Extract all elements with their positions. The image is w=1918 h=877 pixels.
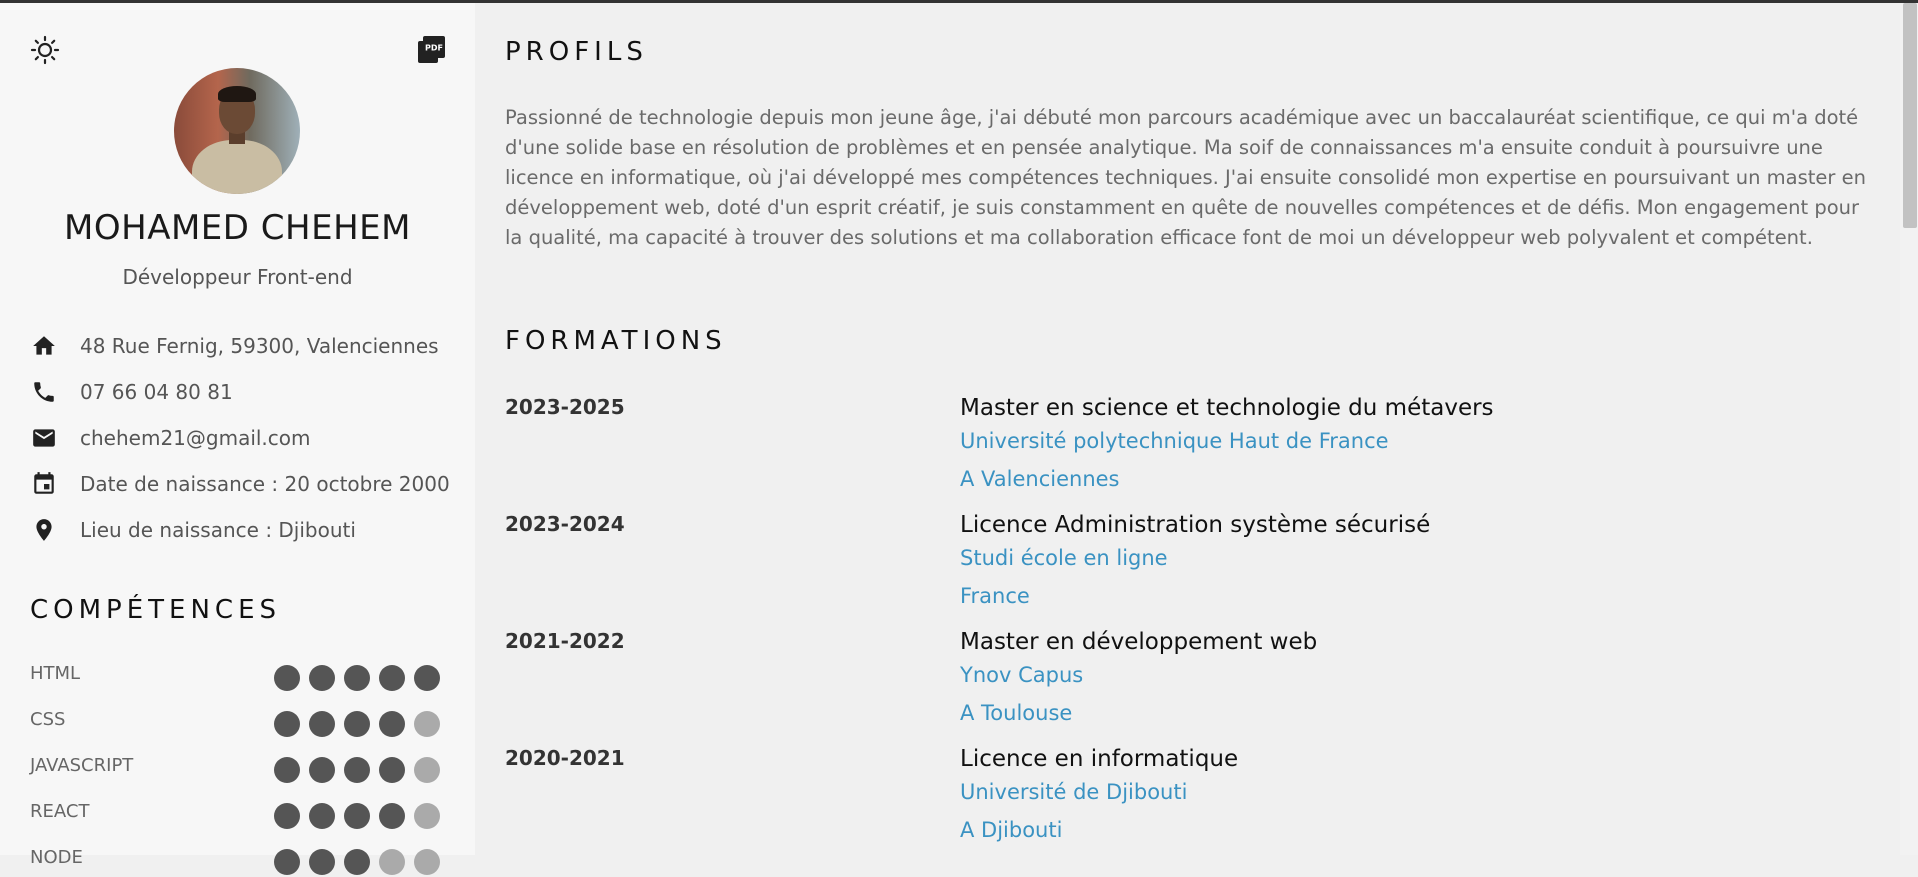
contact-phone: 07 66 04 80 81 [30,378,470,406]
skill-label: REACT [30,801,90,822]
formation-school-link[interactable]: Université de Djibouti [960,780,1187,804]
skill-dot-empty [414,849,440,875]
formation-years: 2021-2022 [505,629,625,653]
skill-dot-filled [379,803,405,829]
formation-school-link[interactable]: Studi école en ligne [960,546,1168,570]
skill-dot-filled [309,711,335,737]
contact-address: 48 Rue Fernig, 59300, Valenciennes [30,332,470,360]
skill-level-dots [274,849,440,875]
skill-dot-filled [309,849,335,875]
skill-dot-filled [274,665,300,691]
skill-dot-filled [344,711,370,737]
skill-row: JAVASCRIPT [30,755,440,785]
skill-dot-empty [379,849,405,875]
formation-degree: Licence Administration système sécurisé [960,512,1431,538]
skill-dot-filled [274,711,300,737]
scrollbar-thumb[interactable] [1903,3,1917,228]
skill-dot-filled [344,849,370,875]
mail-icon [30,424,58,452]
vertical-scrollbar[interactable] [1900,3,1918,855]
home-icon [30,332,58,360]
pdf-icon: PDF [418,36,445,63]
skill-label: NODE [30,847,83,868]
skill-label: HTML [30,663,81,684]
skill-level-dots [274,711,440,737]
formation-years: 2023-2024 [505,512,625,536]
formation-degree: Licence en informatique [960,746,1239,772]
skill-label: JAVASCRIPT [30,755,134,776]
location-pin-icon [30,516,58,544]
formation-years: 2020-2021 [505,746,625,770]
contact-birthplace: Lieu de naissance : Djibouti [30,516,470,544]
formation-degree: Master en science et technologie du méta… [960,395,1494,421]
skill-dot-filled [309,803,335,829]
formation-school-link[interactable]: Université polytechnique Haut de France [960,429,1389,453]
calendar-icon [30,470,58,498]
contact-phone-text: 07 66 04 80 81 [80,380,233,404]
skill-dot-empty [414,757,440,783]
skill-dot-filled [379,665,405,691]
formations-section-title: FORMATIONS [505,326,727,356]
skill-dot-filled [274,849,300,875]
contact-birthplace-text: Lieu de naissance : Djibouti [80,518,356,542]
skill-label: CSS [30,709,66,730]
contact-birthdate: Date de naissance : 20 octobre 2000 [30,470,470,498]
formation-school-link[interactable]: Ynov Capus [960,663,1083,687]
skill-row: CSS [30,709,440,739]
contact-email: chehem21@gmail.com [30,424,470,452]
formation-place: A Djibouti [960,818,1063,842]
sidebar: PDF MOHAMED CHEHEM Développeur Front-end… [0,3,475,875]
skill-dot-filled [309,757,335,783]
formation-place: A Valenciennes [960,467,1120,491]
svg-text:PDF: PDF [425,44,443,53]
skill-level-dots [274,803,440,829]
skill-dot-filled [344,665,370,691]
contact-birthdate-text: Date de naissance : 20 octobre 2000 [80,472,450,496]
contact-address-text: 48 Rue Fernig, 59300, Valenciennes [80,334,439,358]
skill-dot-filled [379,757,405,783]
skill-dot-filled [309,665,335,691]
skill-level-dots [274,665,440,691]
skill-level-dots [274,757,440,783]
profile-section-title: PROFILS [505,37,648,67]
pdf-download-button[interactable]: PDF [416,35,446,65]
avatar [174,68,300,194]
skill-row: NODE [30,847,440,877]
skill-dot-filled [274,803,300,829]
profile-description: Passionné de technologie depuis mon jeun… [505,106,1866,249]
skill-row: HTML [30,663,440,693]
sun-icon [30,35,60,65]
skill-dot-filled [379,711,405,737]
phone-icon [30,378,58,406]
profile-job-title: Développeur Front-end [122,265,353,289]
skills-section-title: COMPÉTENCES [30,595,282,625]
formation-degree: Master en développement web [960,629,1318,655]
skill-dot-filled [274,757,300,783]
theme-toggle-button[interactable] [30,35,60,65]
skill-dot-empty [414,711,440,737]
profile-name: MOHAMED CHEHEM [64,208,411,248]
skill-row: REACT [30,801,440,831]
main-content: PROFILS Passionné de technologie depuis … [475,3,1900,855]
contact-email-text: chehem21@gmail.com [80,426,311,450]
skill-dot-filled [414,665,440,691]
skill-dot-filled [344,757,370,783]
skill-dot-empty [414,803,440,829]
formation-place: A Toulouse [960,701,1073,725]
skill-dot-filled [344,803,370,829]
formation-place: France [960,584,1030,608]
formation-years: 2023-2025 [505,395,625,419]
